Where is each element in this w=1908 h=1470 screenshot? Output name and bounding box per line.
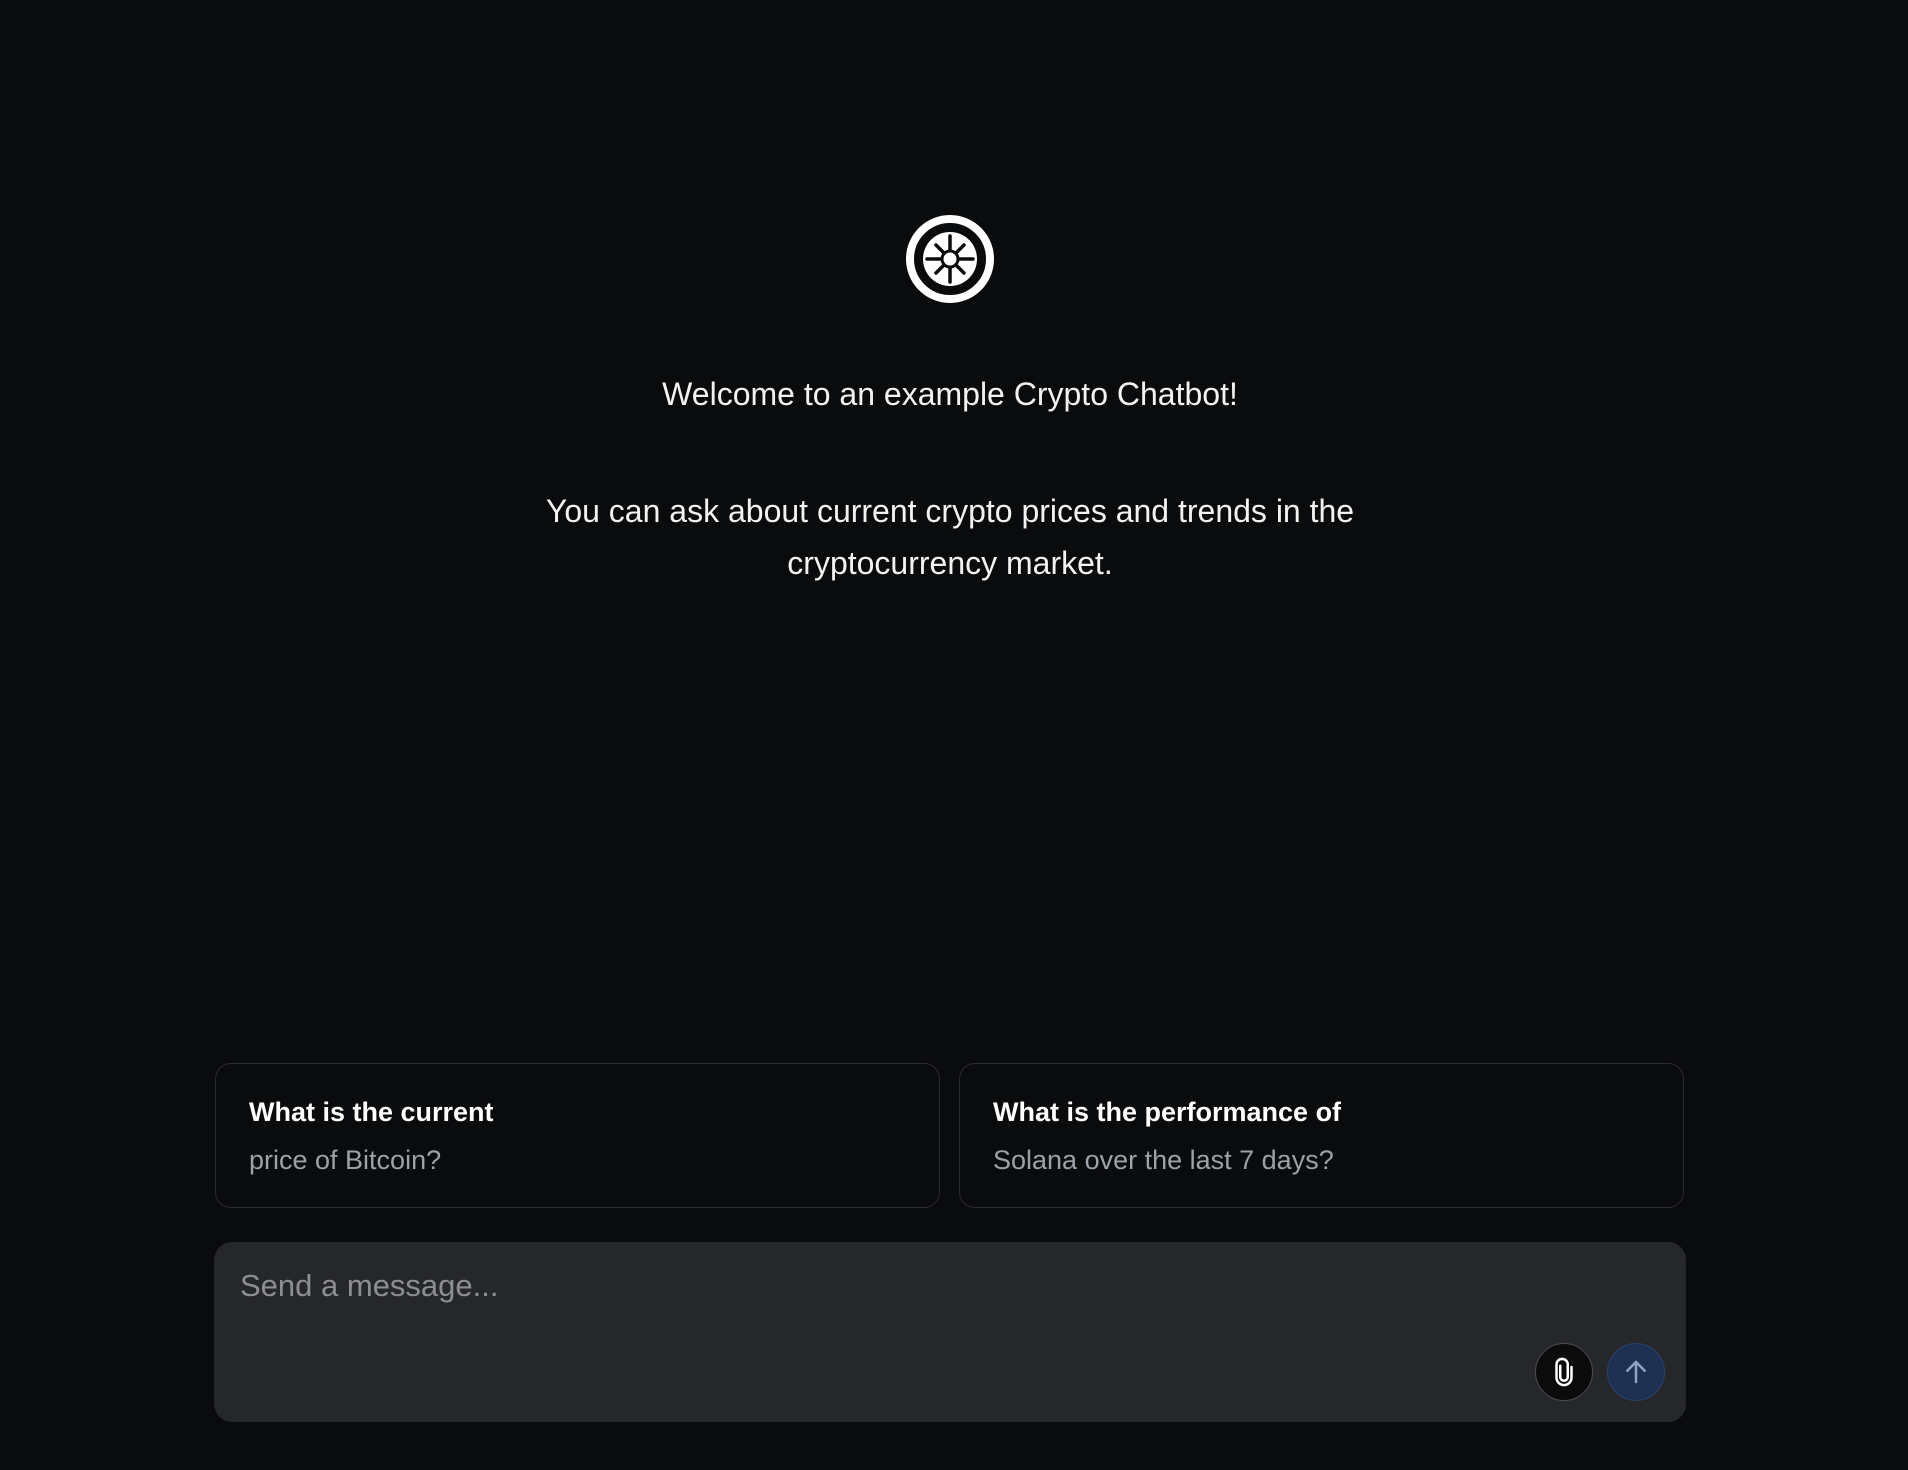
send-button[interactable] [1607, 1343, 1665, 1401]
suggestion-subtitle: price of Bitcoin? [249, 1145, 442, 1175]
chat-page: Welcome to an example Crypto Chatbot! Yo… [0, 0, 1908, 1470]
suggestion-card-bitcoin-price[interactable]: What is the current price of Bitcoin? [215, 1063, 940, 1208]
paperclip-icon [1549, 1357, 1579, 1387]
message-composer [214, 1242, 1686, 1422]
arrow-up-icon [1621, 1357, 1651, 1387]
suggestion-card-solana-performance[interactable]: What is the performance of Solana over t… [959, 1063, 1684, 1208]
intro-text: You can ask about current crypto prices … [545, 493, 1355, 581]
message-input[interactable] [240, 1264, 1620, 1334]
suggestion-title: What is the performance of [993, 1097, 1342, 1127]
suggestion-subtitle: Solana over the last 7 days? [993, 1145, 1334, 1175]
attach-button[interactable] [1535, 1343, 1593, 1401]
crypto-wheel-logo-icon [905, 214, 995, 304]
suggestion-title: What is the current [249, 1097, 494, 1127]
welcome-heading: Welcome to an example Crypto Chatbot! [662, 376, 1238, 412]
